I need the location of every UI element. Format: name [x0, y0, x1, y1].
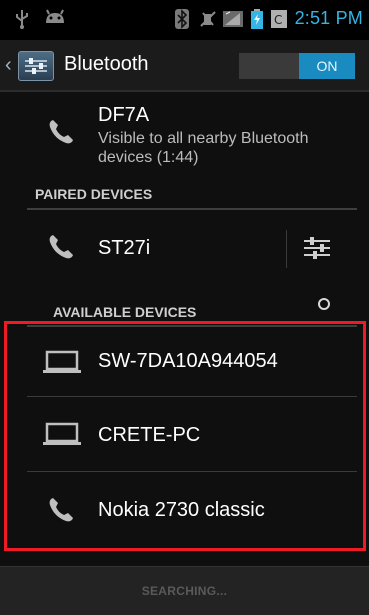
bluetooth-icon — [174, 8, 191, 29]
clock-widget-icon: C — [270, 9, 287, 29]
this-device-visibility: Visible to all nearby Bluetooth devices … — [98, 130, 309, 166]
android-icon — [44, 9, 66, 29]
phone-icon — [47, 118, 75, 146]
this-device-name: DF7A — [98, 104, 150, 126]
device-settings-icon[interactable] — [302, 234, 332, 262]
toggle-on-label: ON — [299, 53, 355, 79]
page-title: Bluetooth — [64, 53, 149, 75]
status-bar: C 2:51 PM — [0, 0, 369, 40]
paired-device-row[interactable]: ST27i — [0, 210, 369, 290]
svg-text:C: C — [274, 13, 282, 27]
paired-device-name: ST27i — [98, 237, 151, 259]
available-devices-header: AVAILABLE DEVICES — [53, 304, 197, 320]
vibrate-icon — [199, 9, 216, 29]
signal-icon — [222, 9, 243, 29]
bluetooth-settings-app-icon[interactable] — [18, 51, 54, 81]
up-navigation-icon[interactable]: ‹ — [5, 54, 12, 77]
status-time: 2:51 PM — [294, 8, 363, 28]
battery-icon — [250, 8, 263, 29]
this-device-row[interactable]: DF7A Visible to all nearby Bluetooth dev… — [0, 92, 369, 184]
vertical-divider — [286, 230, 287, 268]
searching-status: SEARCHING... — [141, 584, 228, 598]
paired-devices-header: PAIRED DEVICES — [35, 186, 153, 202]
available-devices-highlight — [4, 321, 366, 551]
bluetooth-toggle[interactable]: ON — [239, 53, 355, 79]
scanning-progress-icon — [316, 296, 332, 312]
action-bar: ‹ Bluetooth ON — [0, 40, 369, 92]
search-status-bar: SEARCHING... — [0, 566, 369, 615]
usb-icon — [14, 9, 30, 29]
phone-icon — [47, 233, 75, 261]
